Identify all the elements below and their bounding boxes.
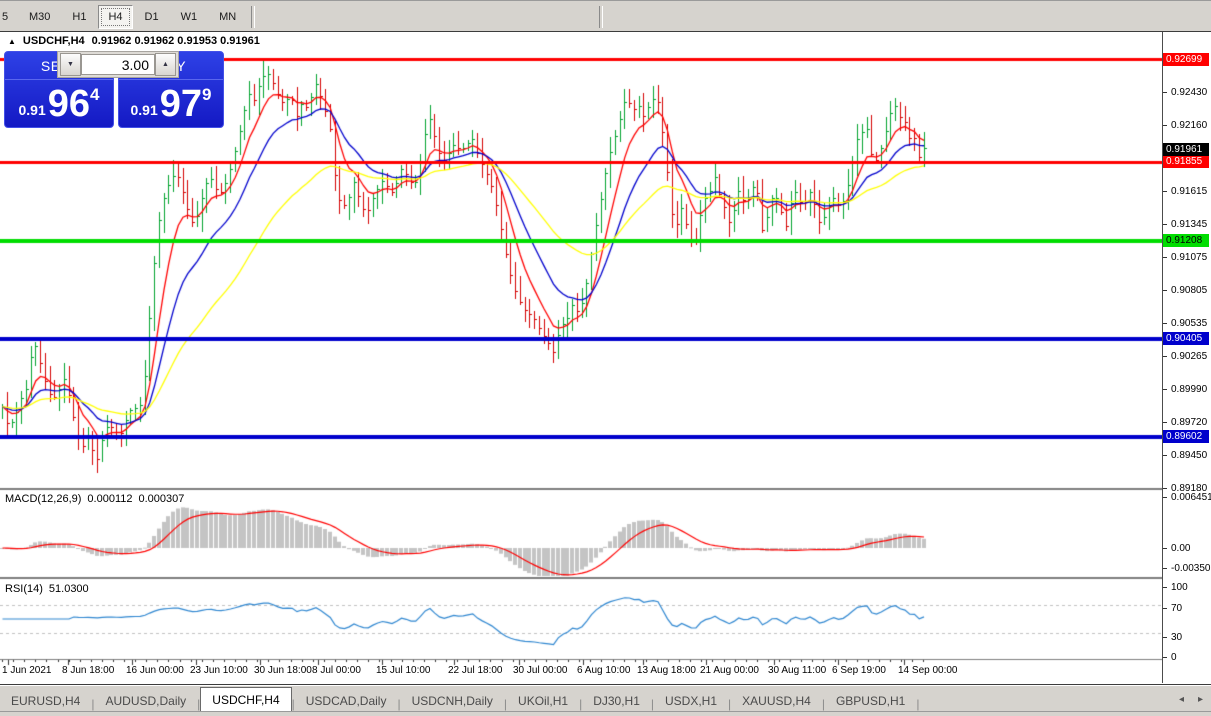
- time-axis-label: 16 Jun 00:00: [126, 665, 184, 676]
- chart-tab-usdcnh[interactable]: USDCNH,Daily: [401, 690, 504, 711]
- chart-tab-gbpusd[interactable]: GBPUSD,H1: [825, 690, 916, 711]
- hline-price-label: 0.91208: [1163, 234, 1209, 247]
- price-tick: 0.92430: [1163, 86, 1211, 99]
- volume-input[interactable]: [81, 54, 155, 75]
- indicator-scale-tick: 100: [1163, 581, 1211, 594]
- up-triangle-icon: ▲: [8, 37, 16, 46]
- chart-plot-area[interactable]: [0, 32, 1162, 683]
- time-axis-label: 14 Sep 00:00: [898, 665, 958, 676]
- timeframe-toolbar: 5M30H1H4D1W1MN: [0, 0, 1211, 31]
- one-click-trade-panel: SELL 0.91 96 4 BUY 0.91 97 9 ▼ ▲: [4, 51, 224, 128]
- indicator-scale-tick: -0.003507: [1163, 562, 1211, 575]
- indicator-scale-tick: 0.00: [1163, 542, 1211, 555]
- sell-price-sup: 4: [90, 85, 99, 105]
- rsi-value: 51.0300: [49, 583, 89, 595]
- time-axis-label: 1 Jun 2021: [2, 665, 52, 676]
- macd-signal-value: 0.000307: [139, 493, 185, 505]
- buy-price-prefix: 0.91: [131, 102, 158, 118]
- buy-price-big: 97: [160, 82, 202, 126]
- price-tick: 0.89450: [1163, 449, 1211, 462]
- time-axis-label: 22 Jul 18:00: [448, 665, 503, 676]
- timeframe-button-h4[interactable]: H4: [98, 5, 132, 29]
- chart-tab-usdcad[interactable]: USDCAD,Daily: [295, 690, 398, 711]
- time-axis-label: 21 Aug 00:00: [700, 665, 759, 676]
- chart-window: ▲ USDCHF,H4 0.91962 0.91962 0.91953 0.91…: [0, 31, 1211, 685]
- price-tick: 0.90265: [1163, 350, 1211, 363]
- toolbar-separator: [599, 6, 603, 28]
- chart-tab-audusd[interactable]: AUDUSD,Daily: [94, 690, 197, 711]
- price-tick: 0.90805: [1163, 284, 1211, 297]
- rsi-label-row: RSI(14) 51.0300: [5, 583, 89, 595]
- macd-main-value: 0.000112: [87, 493, 132, 505]
- indicator-scale-tick: 0.006451: [1163, 491, 1211, 504]
- buy-price: 0.91 97 9: [119, 79, 223, 129]
- status-strip: [0, 711, 1211, 716]
- hline-price-label: 0.92699: [1163, 53, 1209, 66]
- timeframe-button-m30[interactable]: M30: [19, 5, 60, 29]
- price-scale[interactable]: 0.92430 0.92160 0.91615 0.91345 0.91075 0.908…: [1162, 32, 1210, 683]
- hline-price-label: 0.91855: [1163, 155, 1209, 168]
- tab-separator: |: [916, 697, 919, 711]
- timeframe-button-5[interactable]: 5: [1, 5, 17, 29]
- time-axis-label: 8 Jun 18:00: [62, 665, 114, 676]
- sell-price-prefix: 0.91: [19, 102, 46, 118]
- time-axis-label: 30 Jun 18:00: [254, 665, 312, 676]
- time-axis-label: 23 Jun 10:00: [190, 665, 248, 676]
- chart-tab-bar: EURUSD,H4|AUDUSD,Daily|USDCHF,H4|USDCAD,…: [0, 685, 1211, 711]
- time-axis-label: 13 Aug 18:00: [637, 665, 696, 676]
- timeframe-button-w1[interactable]: W1: [171, 5, 208, 29]
- price-tick: 0.91345: [1163, 218, 1211, 231]
- volume-spinner: ▼ ▲: [57, 51, 179, 78]
- price-tick: 0.89990: [1163, 383, 1211, 396]
- time-axis-label: 8 Jul 00:00: [312, 665, 361, 676]
- toolbar-separator: [251, 6, 255, 28]
- chart-tab-eurusd[interactable]: EURUSD,H4: [0, 690, 91, 711]
- chart-tab-usdchf[interactable]: USDCHF,H4: [200, 687, 291, 711]
- indicator-scale-tick: 70: [1163, 602, 1211, 615]
- sell-price-big: 96: [48, 82, 90, 126]
- macd-name: MACD(12,26,9): [5, 493, 81, 505]
- chart-tab-xauusd[interactable]: XAUUSD,H4: [731, 690, 822, 711]
- volume-increase-button[interactable]: ▲: [155, 53, 176, 76]
- indicator-scale-tick: 0: [1163, 651, 1211, 664]
- hline-price-label: 0.90405: [1163, 332, 1209, 345]
- chart-ohlc-header: ▲ USDCHF,H4 0.91962 0.91962 0.91953 0.91…: [8, 35, 260, 47]
- chart-ohlc-values: 0.91962 0.91962 0.91953 0.91961: [92, 35, 260, 47]
- current-price-label: 0.91961: [1163, 143, 1209, 156]
- rsi-name: RSI(14): [5, 583, 43, 595]
- price-tick: 0.89720: [1163, 416, 1211, 429]
- timeframe-button-mn[interactable]: MN: [209, 5, 246, 29]
- chart-symbol-period: USDCHF,H4: [23, 35, 85, 47]
- time-axis-label: 15 Jul 10:00: [376, 665, 431, 676]
- time-axis-label: 30 Aug 11:00: [768, 665, 826, 676]
- timeframe-button-d1[interactable]: D1: [135, 5, 169, 29]
- indicator-scale-tick: 30: [1163, 631, 1211, 644]
- volume-decrease-button[interactable]: ▼: [60, 53, 81, 76]
- timeframe-button-h1[interactable]: H1: [62, 5, 96, 29]
- hline-price-label: 0.89602: [1163, 430, 1209, 443]
- chart-tab-ukoil[interactable]: UKOil,H1: [507, 690, 579, 711]
- price-tick: 0.91615: [1163, 185, 1211, 198]
- chart-tab-dj30[interactable]: DJ30,H1: [582, 690, 651, 711]
- time-axis-label: 30 Jul 00:00: [513, 665, 568, 676]
- tab-scroll-left-icon[interactable]: ◂: [1179, 694, 1184, 705]
- tab-scroll-right-icon[interactable]: ▸: [1198, 694, 1203, 705]
- price-tick: 0.90535: [1163, 317, 1211, 330]
- time-axis-label: 6 Aug 10:00: [577, 665, 630, 676]
- price-tick: 0.91075: [1163, 251, 1211, 264]
- sell-price: 0.91 96 4: [5, 79, 113, 129]
- time-axis-label: 6 Sep 19:00: [832, 665, 886, 676]
- macd-label-row: MACD(12,26,9) 0.000112 0.000307: [5, 493, 184, 505]
- price-tick: 0.92160: [1163, 119, 1211, 132]
- buy-price-sup: 9: [202, 85, 211, 105]
- chart-tab-usdx[interactable]: USDX,H1: [654, 690, 728, 711]
